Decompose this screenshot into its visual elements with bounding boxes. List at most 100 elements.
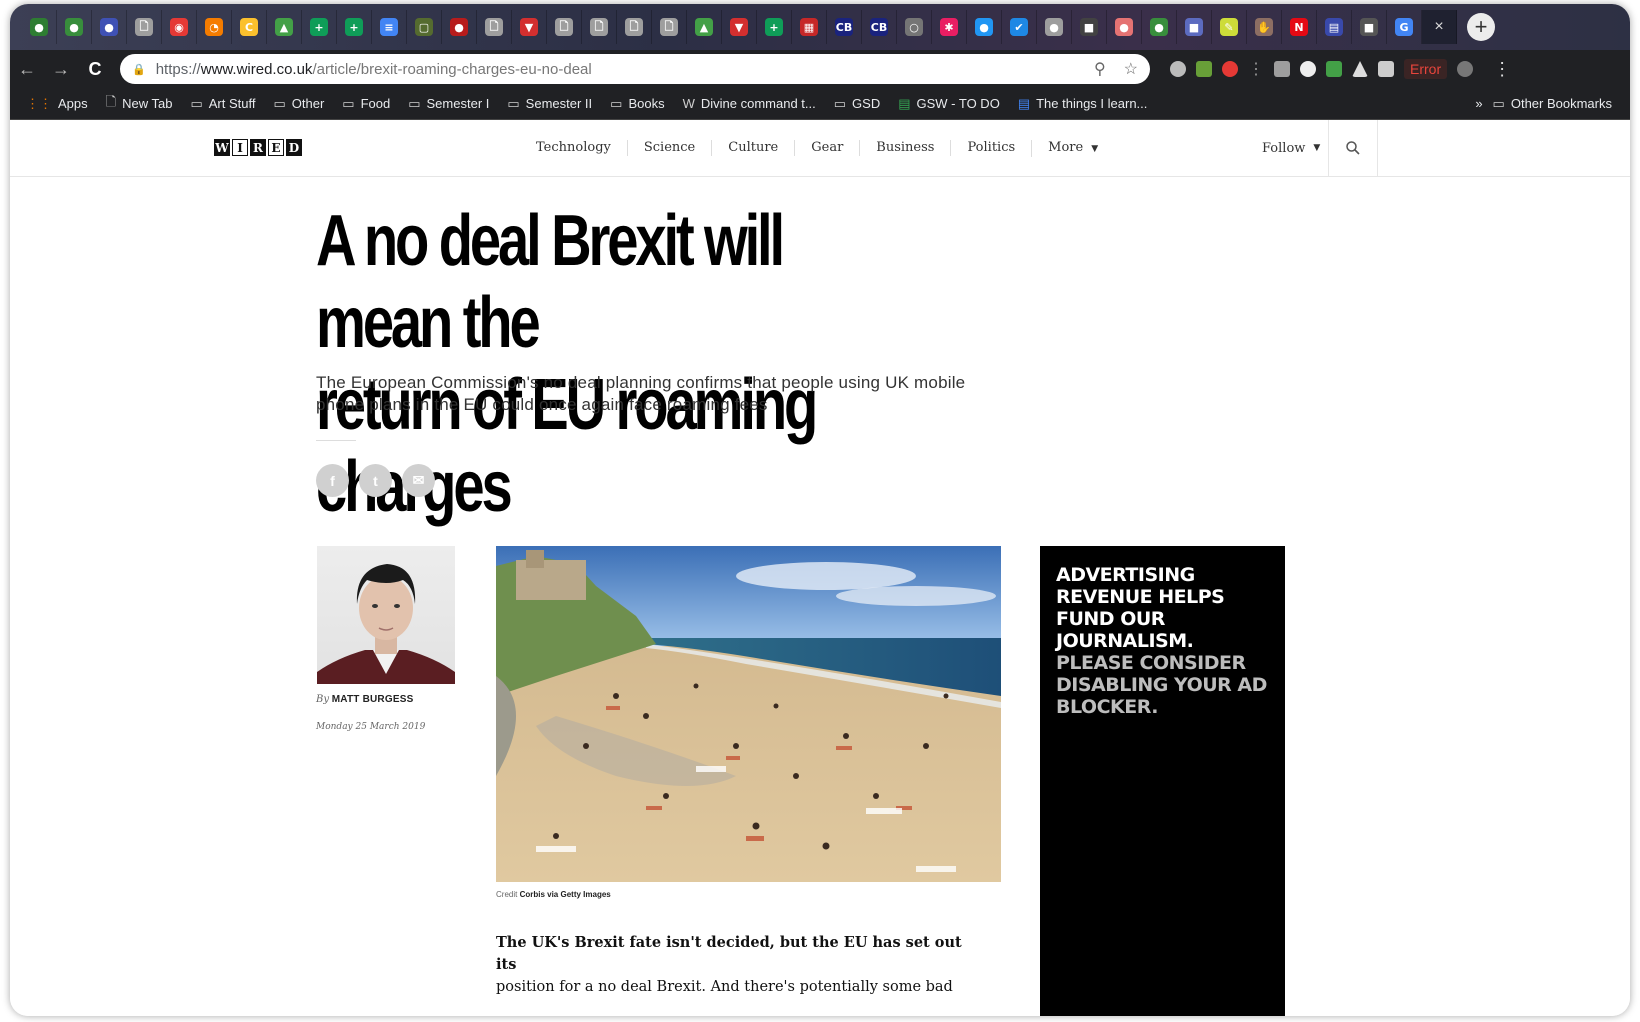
author-name[interactable]: MATT BURGESS	[332, 694, 414, 705]
extension-green-icon[interactable]	[1326, 61, 1342, 77]
browser-tab[interactable]: N	[1282, 10, 1317, 44]
nav-link-technology[interactable]: Technology	[536, 140, 627, 156]
logo-letter: D	[286, 139, 302, 156]
follow-button[interactable]: Follow ▼	[1262, 120, 1320, 176]
address-bar[interactable]: 🔒 https:// www.wired.co.uk /article/brex…	[120, 54, 1150, 84]
extension-square-icon[interactable]	[1196, 61, 1212, 77]
browser-tab[interactable]: ✱	[932, 10, 967, 44]
bookmark-item[interactable]: ▭ Books	[610, 96, 664, 112]
browser-tab[interactable]: +	[302, 10, 337, 44]
browser-tab[interactable]: +	[757, 10, 792, 44]
twitter-share-icon[interactable]: t	[359, 464, 392, 497]
browser-tab[interactable]: ◉	[162, 10, 197, 44]
sheets-icon: +	[345, 18, 363, 36]
browser-tab[interactable]: ◔	[197, 10, 232, 44]
new-tab-plus-icon[interactable]: +	[1467, 13, 1495, 41]
browser-tab[interactable]: ●	[442, 10, 477, 44]
bookmark-item[interactable]: ▤ GSW - TO DO	[898, 96, 1000, 112]
browser-tab[interactable]: ✔	[1002, 10, 1037, 44]
browser-tab[interactable]: ○	[897, 10, 932, 44]
browser-tab[interactable]: 🗋	[652, 10, 687, 44]
browser-tab[interactable]: ▢	[407, 10, 442, 44]
browser-tab[interactable]: ■	[1072, 10, 1107, 44]
browser-tab[interactable]: +	[337, 10, 372, 44]
bookmark-item[interactable]: ▭ Other	[273, 96, 324, 112]
browser-tab[interactable]: ●	[57, 10, 92, 44]
browser-tab[interactable]: C	[232, 10, 267, 44]
browser-tab[interactable]: ▲	[267, 10, 302, 44]
zoom-icon[interactable]: ⚲	[1094, 59, 1106, 79]
nav-link-politics[interactable]: Politics	[950, 140, 1031, 156]
bookmark-item[interactable]: ▭ Art Stuff	[190, 96, 255, 112]
browser-tab[interactable]: ✋	[1247, 10, 1282, 44]
email-share-icon[interactable]: ✉	[402, 464, 435, 497]
browser-tab[interactable]: 🗋	[127, 10, 162, 44]
other-bookmarks-folder[interactable]: ▭ Other Bookmarks	[1493, 96, 1612, 112]
extension-doc-icon[interactable]	[1378, 61, 1394, 77]
browser-tab[interactable]: ■	[1352, 10, 1387, 44]
browser-tab[interactable]: G	[1387, 10, 1422, 44]
browser-tab[interactable]: ≡	[372, 10, 407, 44]
close-tab-icon[interactable]: ×	[1434, 18, 1443, 36]
browser-tab[interactable]: ▼	[722, 10, 757, 44]
caret-down-icon: ▼	[1091, 143, 1099, 154]
nav-link-business[interactable]: Business	[859, 140, 950, 156]
extension-bulb-icon[interactable]	[1170, 61, 1186, 77]
browser-tab[interactable]: ▦	[792, 10, 827, 44]
bookmark-item[interactable]: ▭ Semester I	[408, 96, 489, 112]
extension-badge-icon[interactable]	[1222, 61, 1238, 77]
extension-grey-icon[interactable]	[1274, 61, 1290, 77]
browser-tab[interactable]: ✎	[1212, 10, 1247, 44]
extension-error-badge[interactable]: Error	[1404, 59, 1448, 79]
browser-tab[interactable]: ●	[1107, 10, 1142, 44]
nav-link-more[interactable]: More ▼	[1031, 139, 1114, 157]
leaf-icon: ●	[65, 18, 83, 36]
menu-dots-icon[interactable]: ⋮	[1493, 59, 1511, 80]
facebook-share-icon[interactable]: f	[316, 464, 349, 497]
browser-tab[interactable]: ●	[22, 10, 57, 44]
browser-tab[interactable]: CB	[827, 10, 862, 44]
nav-link-culture[interactable]: Culture	[711, 140, 794, 156]
profile-avatar-icon[interactable]	[1457, 61, 1474, 77]
forward-arrow-icon[interactable]: →	[44, 59, 78, 80]
browser-tab[interactable]: ●	[1142, 10, 1177, 44]
browser-tab[interactable]: 🗋	[617, 10, 652, 44]
bookmark-item[interactable]: W Divine command t...	[683, 96, 816, 111]
lock-icon: 🔒	[132, 63, 146, 76]
drive-icon[interactable]	[1352, 61, 1368, 77]
folder-icon: ▭	[273, 95, 286, 111]
bookmark-label: Other	[291, 96, 325, 111]
browser-tab[interactable]: ▤	[1317, 10, 1352, 44]
browser-tab[interactable]: ■	[1177, 10, 1212, 44]
bookmarks-overflow-button[interactable]: »	[1475, 96, 1482, 111]
bookmark-item[interactable]: ▭ Food	[342, 96, 390, 112]
nav-link-science[interactable]: Science	[626, 140, 711, 156]
search-button[interactable]	[1328, 120, 1378, 176]
nav-link-gear[interactable]: Gear	[794, 140, 859, 156]
reload-icon[interactable]: C	[78, 59, 112, 80]
bookmark-item[interactable]: ⋮⋮ Apps	[26, 96, 88, 112]
page-icon: 🗋	[105, 93, 117, 109]
url-scheme: https://	[155, 60, 201, 78]
bookmark-label: Art Stuff	[208, 96, 256, 111]
wired-logo[interactable]: WIRED	[214, 139, 302, 156]
author-photo[interactable]	[317, 546, 455, 684]
browser-tab[interactable]: ●	[1037, 10, 1072, 44]
browser-tab[interactable]: ●	[967, 10, 1002, 44]
bookmark-item[interactable]: ▭ GSD	[834, 96, 880, 112]
browser-tab[interactable]: ●	[92, 10, 127, 44]
extension-white-icon[interactable]	[1300, 61, 1316, 77]
browser-tab[interactable]: CB	[862, 10, 897, 44]
chat-icon: ●	[975, 18, 993, 36]
bookmark-item[interactable]: ▤ The things I learn...	[1018, 96, 1148, 112]
bookmark-item[interactable]: 🗋 New Tab	[106, 93, 173, 115]
star-icon[interactable]: ☆	[1124, 59, 1138, 79]
bookmark-item[interactable]: ▭ Semester II	[507, 96, 592, 112]
browser-tab[interactable]: ▼	[512, 10, 547, 44]
browser-tab[interactable]: 🗋	[547, 10, 582, 44]
back-arrow-icon[interactable]: ←	[10, 59, 44, 80]
browser-tab-active[interactable]: ×	[1422, 10, 1457, 44]
browser-tab[interactable]: 🗋	[582, 10, 617, 44]
browser-tab[interactable]: 🗋	[477, 10, 512, 44]
browser-tab[interactable]: ▲	[687, 10, 722, 44]
